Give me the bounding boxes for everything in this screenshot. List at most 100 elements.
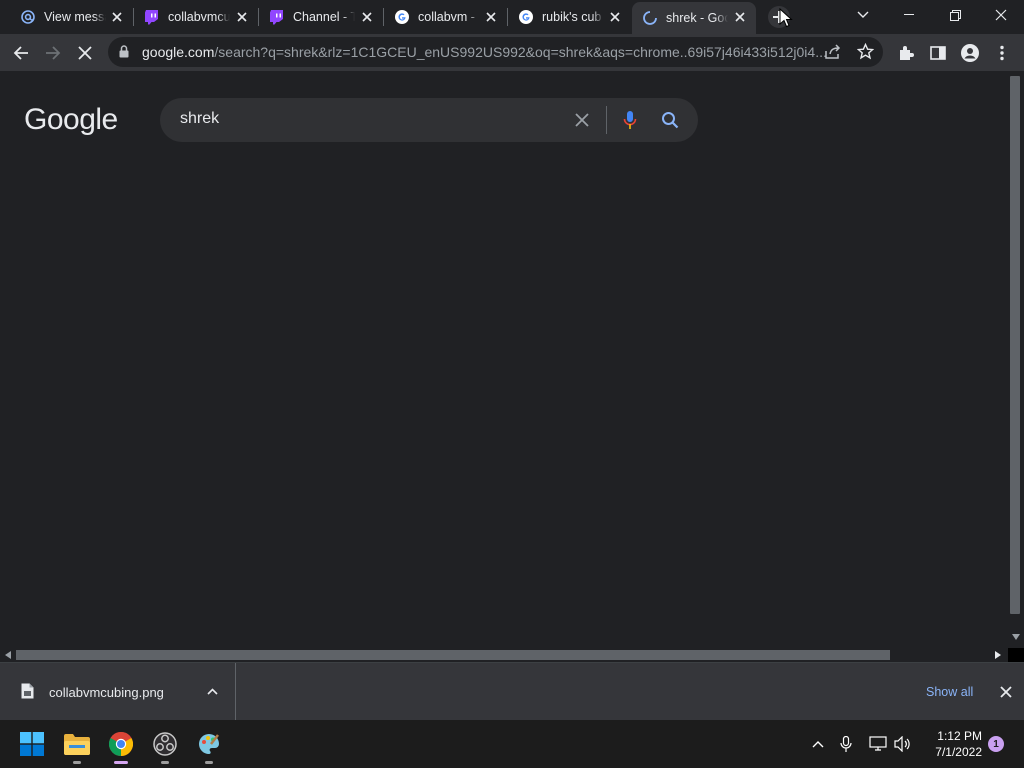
close-icon[interactable] <box>732 9 748 25</box>
windows-taskbar: 1:12 PM 7/1/2022 1 <box>0 720 1024 768</box>
minimize-icon <box>904 14 914 15</box>
close-icon[interactable] <box>607 9 623 25</box>
back-button[interactable] <box>6 38 36 68</box>
close-icon <box>78 46 92 60</box>
search-box[interactable] <box>160 98 698 142</box>
obs-icon <box>153 732 177 756</box>
microphone-icon <box>840 735 852 752</box>
volume-icon <box>894 736 910 752</box>
tab-search-button[interactable] <box>840 0 886 30</box>
search-button[interactable] <box>658 108 682 132</box>
clock-date: 7/1/2022 <box>935 745 982 759</box>
menu-button[interactable] <box>987 38 1017 68</box>
stop-loading-button[interactable] <box>70 38 100 68</box>
url-host: google.com <box>142 44 215 60</box>
tab-title: collabvm - <box>418 10 475 24</box>
bookmark-star-icon[interactable] <box>856 42 875 65</box>
file-icon <box>21 683 34 699</box>
close-window-button[interactable] <box>978 0 1024 30</box>
share-icon[interactable] <box>824 43 842 66</box>
microphone-tray[interactable] <box>836 734 856 754</box>
active-indicator <box>114 761 128 764</box>
tab-strip: View messa collabvmcu Channel - T collab… <box>0 0 1024 34</box>
scroll-left-icon <box>5 651 11 659</box>
tab-title: View messa <box>44 10 106 24</box>
close-icon[interactable] <box>234 9 250 25</box>
page-content: Google <box>0 71 1008 648</box>
search-icon <box>662 112 679 129</box>
close-icon[interactable] <box>359 9 375 25</box>
close-icon <box>575 113 589 127</box>
volume-tray[interactable] <box>893 734 913 754</box>
system-clock[interactable]: 1:12 PM 7/1/2022 <box>922 728 982 760</box>
folder-icon <box>64 734 90 755</box>
tab-rubiks-cube[interactable]: rubik's cub <box>508 0 631 34</box>
scroll-down-icon <box>1012 634 1020 640</box>
side-panel-icon <box>930 46 946 60</box>
clear-search-button[interactable] <box>570 108 594 132</box>
twitch-icon <box>144 9 160 25</box>
profile-button[interactable] <box>955 38 985 68</box>
mouse-cursor-icon <box>779 8 793 28</box>
close-icon[interactable] <box>483 9 499 25</box>
network-tray[interactable] <box>868 734 888 754</box>
google-icon <box>518 9 534 25</box>
tab-title: shrek - Goo <box>666 11 728 25</box>
forward-button[interactable] <box>38 38 68 68</box>
voice-search-button[interactable] <box>618 108 642 132</box>
loading-icon <box>642 10 658 26</box>
microphone-icon <box>623 111 637 129</box>
lock-icon[interactable] <box>119 45 129 63</box>
taskbar-obs[interactable] <box>145 724 185 764</box>
tab-collabvm-search[interactable]: collabvm - <box>384 0 508 34</box>
taskbar-chrome[interactable] <box>101 724 141 764</box>
scroll-right-icon <box>995 651 1001 659</box>
puzzle-icon <box>900 46 914 60</box>
tab-view-messages[interactable]: View messa <box>10 0 134 34</box>
start-button[interactable] <box>12 724 52 764</box>
restore-button[interactable] <box>932 0 978 30</box>
taskbar-file-explorer[interactable] <box>57 724 97 764</box>
arrow-left-icon <box>13 46 28 60</box>
twitch-icon <box>269 9 285 25</box>
tab-shrek-active[interactable]: shrek - Goo <box>632 2 756 34</box>
running-indicator <box>161 761 169 764</box>
kebab-menu-icon <box>1000 45 1004 61</box>
chevron-up-icon[interactable] <box>207 688 218 695</box>
google-icon <box>394 9 410 25</box>
close-icon[interactable] <box>109 9 125 25</box>
chrome-icon <box>109 732 133 756</box>
download-item[interactable]: collabvmcubing.png <box>0 663 236 720</box>
tab-title: Channel - T <box>293 10 355 24</box>
tab-title: rubik's cub <box>542 10 602 24</box>
address-bar[interactable]: google.com/search?q=shrek&rlz=1C1GCEU_en… <box>108 37 883 67</box>
taskbar-paint[interactable] <box>189 724 229 764</box>
search-input[interactable] <box>180 110 560 128</box>
network-icon <box>869 736 887 751</box>
running-indicator <box>73 761 81 764</box>
horizontal-scroll-thumb[interactable] <box>16 650 890 660</box>
extensions-button[interactable] <box>891 38 921 68</box>
paint-palette-icon <box>199 734 219 754</box>
browser-toolbar: google.com/search?q=shrek&rlz=1C1GCEU_en… <box>0 34 1024 71</box>
clock-time: 1:12 PM <box>937 729 982 743</box>
google-logo[interactable]: Google <box>24 103 118 137</box>
download-file-name: collabvmcubing.png <box>49 685 164 700</box>
tab-collabvmcubing[interactable]: collabvmcu <box>134 0 259 34</box>
tab-channel[interactable]: Channel - T <box>259 0 384 34</box>
vertical-scroll-thumb[interactable] <box>1010 76 1020 614</box>
show-all-downloads-link[interactable]: Show all <box>926 685 973 699</box>
url-text: google.com/search?q=shrek&rlz=1C1GCEU_en… <box>142 44 827 60</box>
notification-badge[interactable]: 1 <box>988 736 1004 752</box>
minimize-button[interactable] <box>886 0 932 30</box>
windows-logo-icon <box>20 732 44 756</box>
close-icon[interactable] <box>1000 686 1012 698</box>
restore-icon <box>949 9 961 21</box>
arrow-right-icon <box>46 46 61 60</box>
side-panel-button[interactable] <box>923 38 953 68</box>
show-hidden-icons-button[interactable] <box>808 734 828 754</box>
chevron-up-icon <box>812 741 824 748</box>
mail-at-icon <box>20 9 36 25</box>
tab-title: collabvmcu <box>168 10 230 24</box>
scrollbar-corner <box>1008 648 1024 662</box>
